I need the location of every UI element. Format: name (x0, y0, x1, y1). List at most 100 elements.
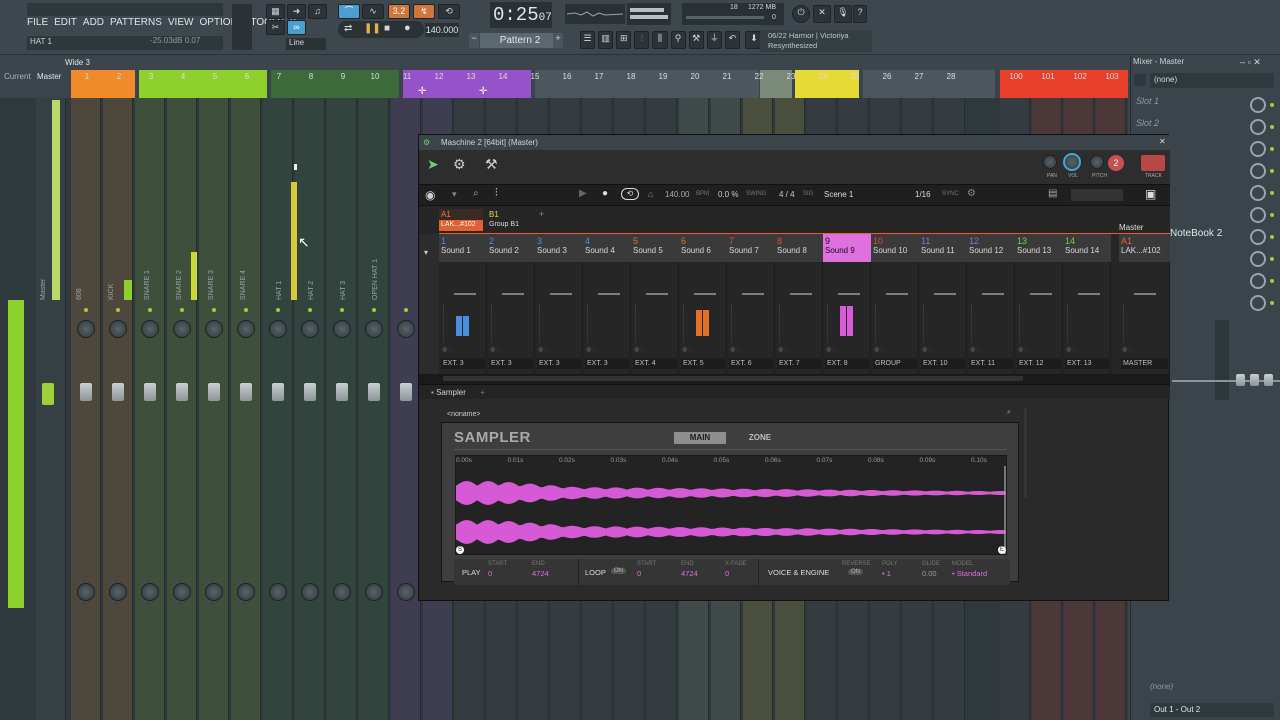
output-routing[interactable]: EXT. 7 (777, 358, 821, 369)
search-icon[interactable]: ⌕ (473, 188, 479, 199)
slot-enable-led[interactable] (1270, 213, 1274, 217)
sound-channel-header[interactable]: 4 Sound 4 (583, 234, 631, 262)
sound-channel-header[interactable]: 14 Sound 14 (1063, 234, 1111, 262)
start-marker-icon[interactable]: S (456, 546, 464, 554)
piano-icon[interactable]: ▥ (598, 31, 614, 49)
loop-icon[interactable]: ⟲ (621, 188, 639, 200)
link-icon[interactable]: ∞ (287, 20, 306, 35)
volume-fader[interactable] (80, 383, 92, 401)
slot-mix-knob[interactable] (1250, 141, 1266, 157)
collapse-icon[interactable]: ▾ (424, 248, 428, 257)
pattern-prev-icon[interactable]: − (469, 33, 479, 48)
arrow-icon[interactable]: ➜ (287, 4, 306, 19)
output-routing[interactable]: EXT. 6 (729, 358, 773, 369)
mute-solo-icon[interactable]: ◍ ◌ (874, 346, 884, 353)
output-routing[interactable]: EXT. 3 (441, 358, 485, 369)
grid-value[interactable]: 1/16 (915, 190, 931, 199)
sound-channel-header[interactable]: 13 Sound 13 (1015, 234, 1063, 262)
sound-channel-header[interactable]: 9 Sound 9 (823, 234, 871, 262)
mute-solo-icon[interactable]: ◍ ◌ (634, 346, 644, 353)
preset-arrow-icon[interactable] (1134, 74, 1146, 86)
master-volume-slider[interactable] (232, 4, 252, 50)
output-routing[interactable]: EXT. 3 (537, 358, 581, 369)
undo-icon[interactable]: ↶ (724, 31, 740, 49)
menu-arrow-icon[interactable]: ▾ (452, 189, 457, 200)
pan-slider[interactable] (1030, 293, 1052, 295)
sound-channel[interactable]: 4 Sound 4 ◍ ◌ EXT. 3 (583, 234, 631, 374)
pan-slider[interactable] (550, 293, 572, 295)
help-icon[interactable]: ? (853, 5, 867, 23)
track-button[interactable] (1141, 155, 1165, 171)
metronome-icon[interactable]: ⌂ (648, 189, 653, 199)
model-value[interactable]: • Standard (952, 569, 987, 578)
pan-knob[interactable] (365, 320, 383, 338)
record-icon[interactable]: ● (404, 22, 411, 34)
waveform-display[interactable]: 0.00s 0.01s 0.02s 0.03s 0.04s 0.05s 0.06s 0.07s… (455, 455, 1007, 555)
pan-slider[interactable] (694, 293, 716, 295)
sound-channel[interactable]: 9 Sound 9 ◍ ◌ EXT. 8 (823, 234, 871, 374)
pan-knob[interactable] (141, 320, 159, 338)
tab-main[interactable]: MAIN (674, 432, 726, 444)
slot-mix-knob[interactable] (1250, 163, 1266, 179)
pan-slider[interactable] (646, 293, 668, 295)
pan-knob[interactable] (205, 320, 223, 338)
mute-solo-icon[interactable]: ◍ ◌ (1066, 346, 1076, 353)
active-led[interactable] (148, 308, 152, 312)
output-routing[interactable]: EXT. 12 (1017, 358, 1061, 369)
stereo-knob[interactable] (237, 583, 255, 601)
plugin-icon[interactable]: ✕ (813, 5, 831, 23)
mute-solo-icon[interactable]: ◍ ◌ (586, 346, 596, 353)
stereo-knob[interactable] (109, 583, 127, 601)
slot-enable-led[interactable] (1270, 301, 1274, 305)
pan-slider[interactable] (886, 293, 908, 295)
output-routing[interactable]: EXT. 3 (585, 358, 629, 369)
stereo-knob[interactable] (205, 583, 223, 601)
slot-mix-knob[interactable] (1250, 119, 1266, 135)
scene-selector[interactable]: Scene 1 (824, 190, 853, 199)
end-marker-icon[interactable]: E (998, 546, 1006, 554)
output-routing[interactable]: EXT. 8 (825, 358, 869, 369)
stereo-knob[interactable] (333, 583, 351, 601)
pitch-range-badge[interactable]: 2 (1108, 155, 1124, 171)
active-led[interactable] (84, 308, 88, 312)
browser-toggle-icon[interactable]: ▣ (1145, 187, 1156, 201)
pan-knob[interactable] (1043, 155, 1057, 169)
sound-channel-header[interactable]: 2 Sound 2 (487, 234, 535, 262)
menu-item-patterns[interactable]: PATTERNS (110, 17, 162, 28)
sound-channel-header[interactable]: 8 Sound 8 (775, 234, 823, 262)
pan-slider[interactable] (742, 293, 764, 295)
sound-channel-header[interactable]: 11 Sound 11 (919, 234, 967, 262)
pan-slider[interactable] (502, 293, 524, 295)
search-icon[interactable]: ⌕ (1007, 409, 1011, 417)
bell-icon[interactable]: ♫ (308, 4, 327, 19)
slot-enable-led[interactable] (1270, 169, 1274, 173)
pan-slider[interactable] (982, 293, 1004, 295)
volume-knob[interactable] (1063, 153, 1081, 171)
sound-channel-header[interactable]: 6 Sound 6 (679, 234, 727, 262)
playlist-icon[interactable]: ☰ (580, 31, 596, 49)
stereo-knob[interactable] (77, 583, 95, 601)
active-led[interactable] (180, 308, 184, 312)
sampler-tab[interactable]: Sampler (436, 388, 466, 397)
pattern-selector[interactable]: Pattern 2 (480, 33, 560, 48)
time-display[interactable]: 0:2507 (490, 2, 552, 28)
mute-solo-icon[interactable]: ◍ ◌ (922, 346, 932, 353)
slot-enable-led[interactable] (1270, 235, 1274, 239)
metronome-icon[interactable]: ⌒ (338, 4, 360, 19)
pattern-add-icon[interactable]: + (553, 33, 563, 48)
ni-logo-icon[interactable]: ◉ (425, 188, 435, 202)
mute-solo-icon[interactable]: ◍ ◌ (538, 346, 548, 353)
signature-value[interactable]: 4 / 4 (779, 190, 795, 199)
master-volume-fader[interactable] (42, 383, 54, 405)
glide-value[interactable]: 0.00 (922, 569, 937, 578)
wait-icon[interactable]: ∿ (362, 4, 384, 19)
swing-value[interactable]: 0.0 % (718, 190, 738, 199)
sound-channel-header[interactable]: 3 Sound 3 (535, 234, 583, 262)
mixer-view-icon[interactable]: ⫶ (495, 187, 498, 200)
mixer-preset-name[interactable]: Wide 3 (65, 58, 90, 67)
pan-knob[interactable] (109, 320, 127, 338)
slot-enable-led[interactable] (1270, 125, 1274, 129)
loop-end-value[interactable]: 4724 (681, 569, 698, 578)
wrench-icon[interactable]: ⚒ (688, 31, 704, 49)
volume-fader[interactable] (368, 383, 380, 401)
